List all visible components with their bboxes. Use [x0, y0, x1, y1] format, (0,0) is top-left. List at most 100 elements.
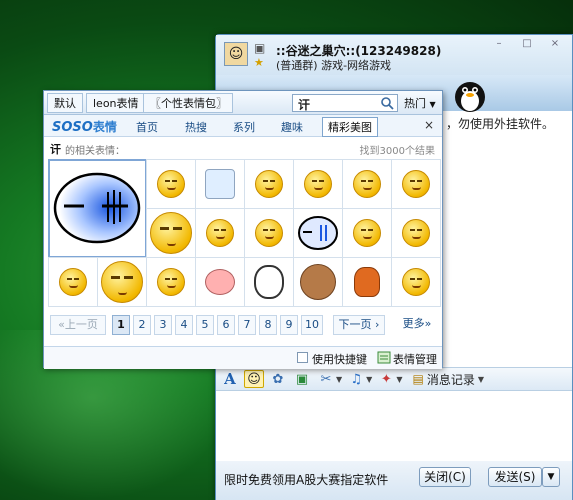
- tab-default[interactable]: 默认: [47, 93, 83, 113]
- more-link[interactable]: 更多»: [400, 315, 434, 335]
- screenshot-dropdown-icon[interactable]: ▼: [336, 375, 342, 384]
- tab-leon[interactable]: leon表情: [86, 93, 146, 113]
- group-notice: ，勿使用外挂软件。: [446, 117, 555, 131]
- message-input[interactable]: [220, 393, 568, 461]
- history-icon: ▤: [412, 372, 424, 386]
- emoticon-cell[interactable]: [145, 158, 196, 209]
- sneer-face-icon: [401, 267, 430, 296]
- shortcut-checkbox[interactable]: [297, 352, 308, 363]
- squint-face-icon: [100, 260, 143, 303]
- emoticon-cell[interactable]: [243, 158, 294, 209]
- emoticon-manage-icon[interactable]: [377, 351, 391, 364]
- qq-penguin-icon: [455, 82, 485, 112]
- emoticon-cell[interactable]: [47, 158, 147, 258]
- glasses-man-icon: [253, 264, 284, 299]
- page-6[interactable]: 6: [217, 315, 235, 335]
- smug-face-icon: [205, 218, 234, 247]
- emoticon-cell[interactable]: [47, 256, 98, 307]
- emoticon-cell[interactable]: [194, 207, 245, 258]
- music-icon[interactable]: ♫: [346, 370, 366, 388]
- emoticon-cell[interactable]: [243, 207, 294, 258]
- scribble-face-icon: [53, 172, 141, 244]
- nav-fun[interactable]: 趣味: [281, 119, 303, 135]
- group-avatar-icon[interactable]: ☺: [224, 42, 248, 66]
- image-icon[interactable]: ▣: [292, 370, 312, 388]
- maximize-button[interactable]: □: [514, 37, 540, 51]
- page-9[interactable]: 9: [280, 315, 298, 335]
- nav-home[interactable]: 首页: [136, 119, 158, 135]
- page-4[interactable]: 4: [175, 315, 193, 335]
- font-icon[interactable]: A: [220, 370, 240, 388]
- page-3[interactable]: 3: [154, 315, 172, 335]
- laughing-face-icon: [254, 169, 283, 198]
- minimize-button[interactable]: –: [486, 37, 512, 51]
- emoticon-cell[interactable]: [390, 207, 441, 258]
- page-2[interactable]: 2: [133, 315, 151, 335]
- nav-gallery[interactable]: 精彩美图: [322, 117, 378, 137]
- ad-link[interactable]: 限时免费领用A股大赛指定软件: [224, 471, 388, 488]
- emoticon-search-input[interactable]: 讦: [292, 94, 398, 112]
- page-8[interactable]: 8: [259, 315, 277, 335]
- emoticon-cell[interactable]: [390, 158, 441, 209]
- blushing-face-icon: [401, 218, 430, 247]
- emoticon-cell[interactable]: [194, 256, 245, 307]
- window-controls: – □ ×: [486, 37, 568, 51]
- page-10[interactable]: 10: [301, 315, 323, 335]
- emoticon-cell[interactable]: [341, 158, 392, 209]
- smiling-face-icon: [401, 169, 430, 198]
- send-options-button[interactable]: ▼: [542, 467, 560, 487]
- emoticon-tabs: 默认 leon表情 〖个性表情包〗 讦 热门 ▼: [44, 91, 442, 115]
- close-window-button[interactable]: ×: [542, 37, 568, 51]
- magic-emoticon-icon[interactable]: ✿: [268, 370, 288, 388]
- music-dropdown-icon[interactable]: ▼: [366, 375, 372, 384]
- emoticon-cell[interactable]: [96, 256, 147, 307]
- worried-face-icon: [352, 218, 381, 247]
- annoyed-face-icon: [149, 211, 192, 254]
- emoticon-icon[interactable]: ☺: [244, 370, 264, 388]
- history-button[interactable]: ▤ 消息记录 ▼: [412, 371, 484, 388]
- emoticon-cell[interactable]: [341, 207, 392, 258]
- close-button[interactable]: 关闭(C): [419, 467, 471, 487]
- soso-nav: SOSO表情 首页 热搜 系列 趣味 精彩美图 ×: [44, 115, 442, 137]
- group-type-icon: ▣: [254, 41, 266, 55]
- close-icon[interactable]: ×: [424, 118, 434, 132]
- emoticon-cell[interactable]: [292, 256, 343, 307]
- nav-series[interactable]: 系列: [233, 119, 255, 135]
- send-button[interactable]: 发送(S): [488, 467, 542, 487]
- popup-footer: 使用快捷键 表情管理: [44, 346, 442, 369]
- emoticon-cell[interactable]: [194, 158, 245, 209]
- page-5[interactable]: 5: [196, 315, 214, 335]
- query-related-label: 的相关表情：: [65, 146, 125, 157]
- history-dropdown-icon[interactable]: ▼: [478, 375, 484, 384]
- pagination: «上一页 1 2 3 4 5 6 7 8 9 10 下一页 › 更多»: [50, 315, 438, 335]
- result-count: 找到3000个结果: [359, 146, 435, 157]
- hot-dropdown[interactable]: 热门 ▼: [404, 95, 436, 111]
- emoticon-cell[interactable]: [145, 256, 196, 307]
- grin-face-icon: [254, 218, 283, 247]
- query-word: 讦: [50, 143, 61, 156]
- cartoon-icon: [204, 168, 235, 199]
- next-page-button[interactable]: 下一页 ›: [333, 315, 385, 335]
- tab-custom-pack[interactable]: 〖个性表情包〗: [143, 93, 233, 113]
- hot-label: 热门: [404, 97, 426, 110]
- gift-icon[interactable]: ✦: [376, 370, 396, 388]
- page-1[interactable]: 1: [112, 315, 130, 335]
- search-value: 讦: [298, 98, 311, 112]
- bird-icon: [353, 266, 380, 297]
- soso-logo: SOSO表情: [52, 118, 117, 135]
- emoticon-cell[interactable]: [243, 256, 294, 307]
- prev-page-button[interactable]: «上一页: [50, 315, 106, 335]
- search-icon[interactable]: [380, 96, 394, 110]
- emoticon-cell[interactable]: [341, 256, 392, 307]
- emoticon-cell[interactable]: [145, 207, 196, 258]
- emoticon-manage-link[interactable]: 表情管理: [393, 351, 437, 367]
- emoticon-cell[interactable]: [292, 158, 343, 209]
- page-7[interactable]: 7: [238, 315, 256, 335]
- emoticon-cell[interactable]: [390, 256, 441, 307]
- nav-hot-search[interactable]: 热搜: [185, 119, 207, 135]
- emoticon-cell[interactable]: [292, 207, 343, 258]
- gift-dropdown-icon[interactable]: ▼: [396, 375, 402, 384]
- scribble-face-small-icon: [297, 215, 338, 250]
- screenshot-icon[interactable]: ✂: [316, 370, 336, 388]
- soso-logo-text: SOSO: [52, 120, 93, 135]
